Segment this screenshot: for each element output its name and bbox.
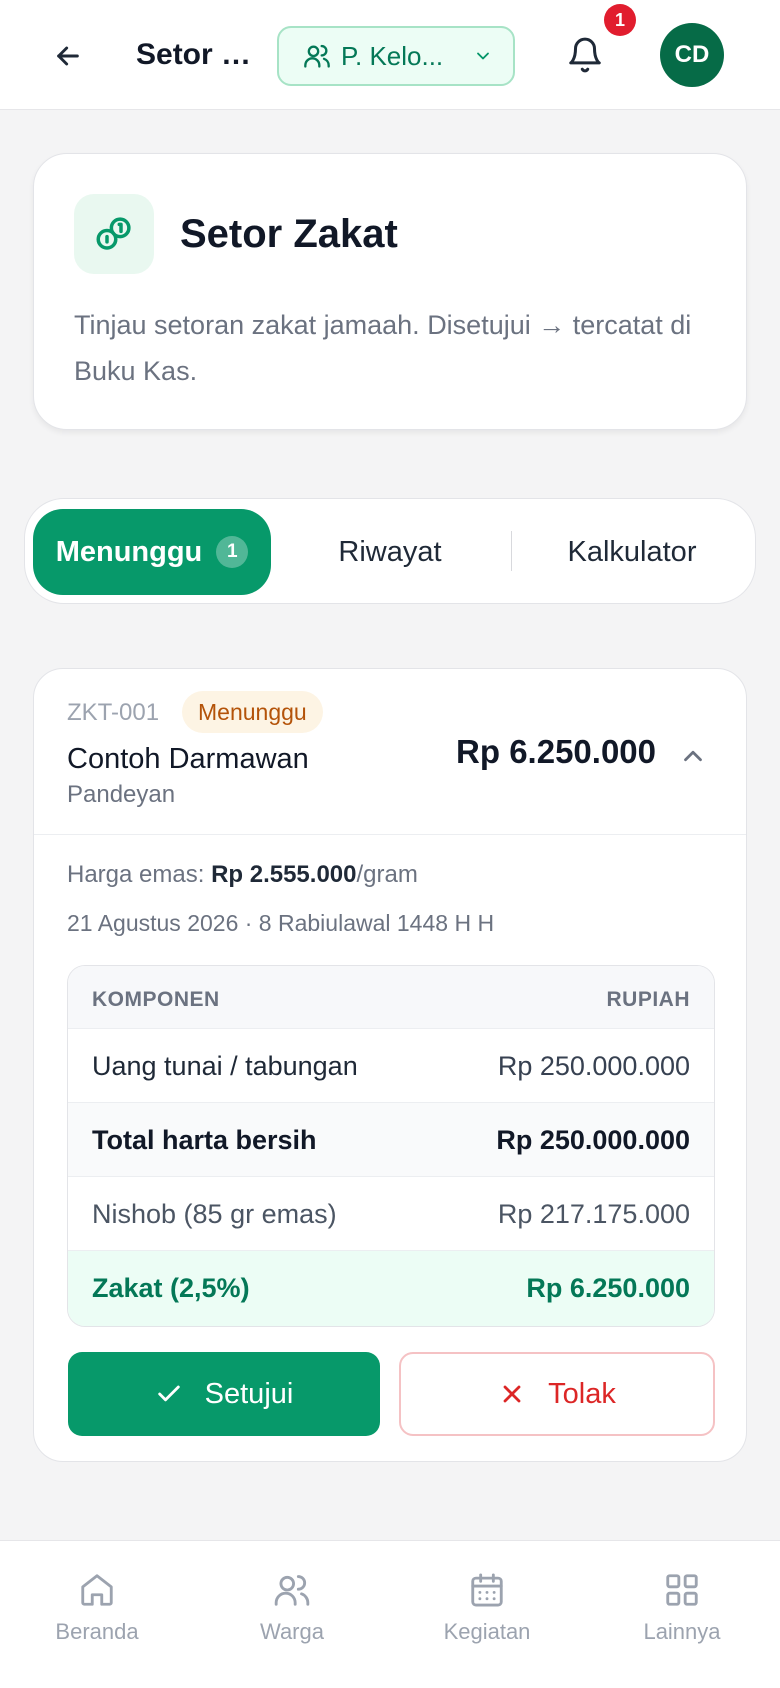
nav-item-lainnya[interactable]: Lainnya xyxy=(607,1571,757,1645)
donor-name: Contoh Darmawan xyxy=(67,743,309,775)
row-label: Total harta bersih xyxy=(92,1125,317,1155)
chevron-up-icon xyxy=(684,750,702,762)
tab-count-badge: 1 xyxy=(216,536,249,568)
row-label: Nishob (85 gr emas) xyxy=(92,1199,337,1229)
row-value: Rp 217.175.000 xyxy=(497,1199,690,1229)
page-title: Setor Z... xyxy=(136,38,256,71)
close-icon xyxy=(503,1385,521,1403)
grid-icon xyxy=(666,1574,698,1606)
tab-label: Menunggu xyxy=(55,535,203,568)
nav-item-kegiatan[interactable]: Kegiatan xyxy=(412,1571,562,1645)
org-selector[interactable]: P. Kelo... xyxy=(277,26,515,86)
nav-label: Warga xyxy=(260,1619,324,1644)
row-value: Rp 250.000.000 xyxy=(497,1051,690,1081)
top-bar: Setor Z... P. Kelo... 1 CD xyxy=(0,0,780,110)
gold-price-line: Harga emas: Rp 2.555.000/gram xyxy=(67,861,418,889)
nav-label: Beranda xyxy=(55,1619,139,1644)
collapse-button[interactable] xyxy=(676,739,710,773)
row-value: Rp 250.000.000 xyxy=(496,1125,690,1155)
row-label: Zakat (2,5%) xyxy=(92,1273,250,1303)
table-header: KOMPONEN RUPIAH xyxy=(68,966,714,1028)
chevron-down-icon xyxy=(477,52,489,60)
zakat-record-card: ZKT-001 Menunggu Contoh Darmawan Pandeya… xyxy=(33,668,747,1462)
coins-icon xyxy=(74,194,154,274)
intro-description: Tinjau setoran zakat jamaah. Disetujui →… xyxy=(74,310,692,386)
column-header-amount: RUPIAH xyxy=(606,988,690,1011)
nav-label: Lainnya xyxy=(643,1619,721,1644)
tab-riwayat[interactable]: Riwayat xyxy=(275,509,505,595)
intro-card: Setor Zakat Tinjau setoran zakat jamaah.… xyxy=(33,153,747,430)
tab-divider xyxy=(511,531,512,571)
org-selector-label: P. Kelo... xyxy=(341,40,444,71)
donor-location: Pandeyan xyxy=(67,781,176,808)
avatar[interactable]: CD xyxy=(660,23,724,87)
nav-label: Kegiatan xyxy=(443,1619,531,1644)
reject-label: Tolak xyxy=(548,1377,616,1410)
record-id: ZKT-001 xyxy=(67,699,160,726)
table-row: Zakat (2,5%) Rp 6.250.000 xyxy=(68,1250,714,1326)
row-value: Rp 6.250.000 xyxy=(526,1273,690,1303)
tab-kalkulator[interactable]: Kalkulator xyxy=(515,509,749,595)
notification-button[interactable] xyxy=(560,30,610,80)
nav-item-beranda[interactable]: Beranda xyxy=(22,1571,172,1645)
table-row: Total harta bersih Rp 250.000.000 xyxy=(68,1102,714,1176)
bell-icon xyxy=(569,37,601,73)
tab-menunggu[interactable]: Menunggu 1 xyxy=(33,509,271,595)
row-label: Uang tunai / tabungan xyxy=(92,1051,358,1081)
users-icon xyxy=(304,44,330,68)
arrow-left-icon xyxy=(57,46,79,66)
approve-label: Setujui xyxy=(204,1377,294,1410)
status-badge: Menunggu xyxy=(182,691,323,733)
nav-item-warga[interactable]: Warga xyxy=(217,1571,367,1645)
check-icon xyxy=(157,1385,180,1402)
table-row: Nishob (85 gr emas) Rp 217.175.000 xyxy=(68,1176,714,1250)
table-row: Uang tunai / tabungan Rp 250.000.000 xyxy=(68,1028,714,1102)
gold-price-value: Rp 2.555.000 xyxy=(211,861,357,888)
gold-price-label: Harga emas: xyxy=(67,861,212,888)
home-icon xyxy=(81,1574,113,1606)
users-icon xyxy=(274,1575,310,1606)
record-amount: Rp 6.250.000 xyxy=(456,733,656,770)
tab-bar: Menunggu 1 Riwayat Kalkulator xyxy=(24,498,756,604)
calendar-icon xyxy=(471,1573,503,1607)
gold-price-unit: /gram xyxy=(356,861,418,888)
divider xyxy=(34,834,746,835)
zakat-calculation-table: KOMPONEN RUPIAH Uang tunai / tabungan Rp… xyxy=(67,965,715,1327)
notification-badge: 1 xyxy=(604,4,636,36)
back-button[interactable] xyxy=(44,32,92,80)
column-header-component: KOMPONEN xyxy=(92,988,220,1011)
bottom-nav: Beranda Warga Kegiatan Lainnya xyxy=(0,1540,780,1688)
approve-button[interactable]: Setujui xyxy=(68,1352,380,1436)
intro-title: Setor Zakat xyxy=(180,212,398,256)
reject-button[interactable]: Tolak xyxy=(399,1352,715,1436)
record-date: 21 Agustus 2026 · 8 Rabiulawal 1448 H H xyxy=(67,910,495,936)
